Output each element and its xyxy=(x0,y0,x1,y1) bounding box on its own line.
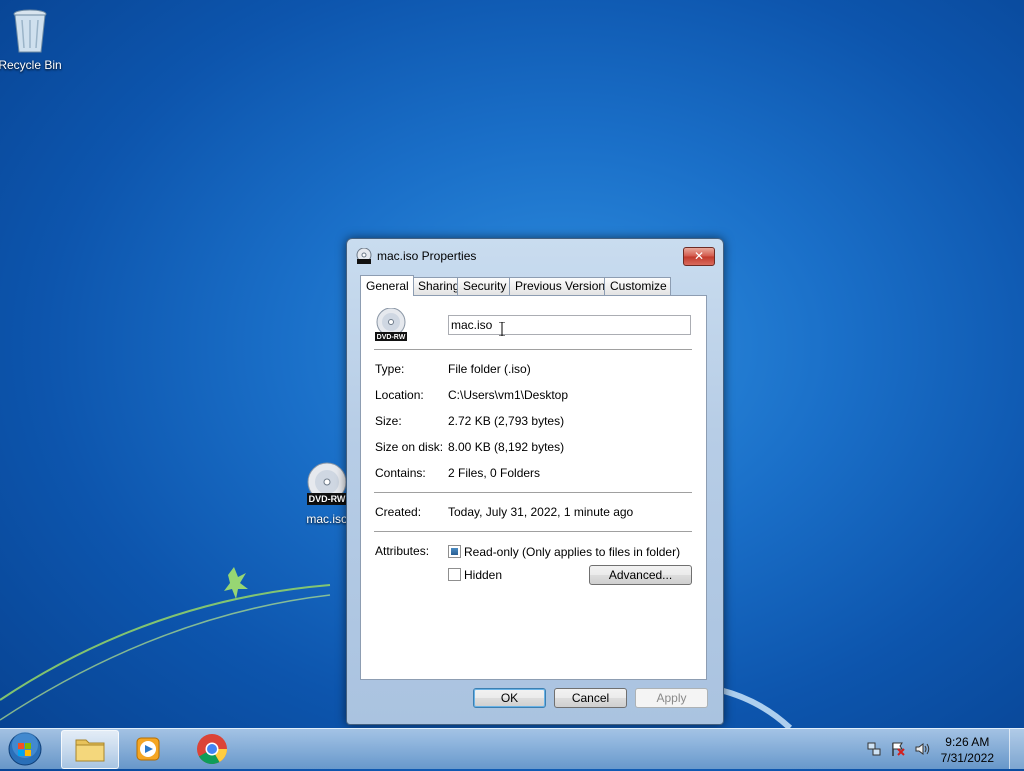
text-cursor-icon xyxy=(499,322,505,336)
dvd-disc-icon: DVD-RW xyxy=(307,462,347,505)
advanced-button[interactable]: Advanced... xyxy=(589,565,692,585)
general-tab-panel: DVD-RW Type: File folder (.iso) Location… xyxy=(360,295,707,680)
created-label: Created: xyxy=(375,505,422,519)
dvd-title-icon xyxy=(356,248,372,264)
type-value: File folder (.iso) xyxy=(448,362,531,376)
recycle-bin-desktop-icon[interactable]: Recycle Bin xyxy=(0,8,65,72)
tab-general[interactable]: General xyxy=(360,275,414,296)
contains-label: Contains: xyxy=(375,466,426,480)
taskbar-chrome-button[interactable] xyxy=(184,730,240,767)
svg-text:DVD-RW: DVD-RW xyxy=(309,494,346,504)
tab-previous-versions[interactable]: Previous Versions xyxy=(509,277,611,295)
media-player-icon xyxy=(136,737,160,761)
size-on-disk-label: Size on disk: xyxy=(375,440,444,454)
separator xyxy=(374,349,692,350)
close-button[interactable]: ✕ xyxy=(683,247,715,266)
taskbar-explorer-button[interactable] xyxy=(61,730,119,769)
ok-button[interactable]: OK xyxy=(473,688,546,708)
properties-dialog: mac.iso Properties ✕ General Sharing Sec… xyxy=(346,238,724,725)
hidden-label[interactable]: Hidden xyxy=(464,568,502,582)
recycle-bin-label: Recycle Bin xyxy=(0,58,62,72)
recycle-bin-icon xyxy=(13,9,47,53)
contains-value: 2 Files, 0 Folders xyxy=(448,466,541,480)
apply-button[interactable]: Apply xyxy=(635,688,708,708)
readonly-checkbox[interactable] xyxy=(448,545,461,558)
separator xyxy=(374,492,692,493)
tab-customize[interactable]: Customize xyxy=(604,277,671,295)
attributes-label: Attributes: xyxy=(375,544,430,558)
tab-security[interactable]: Security xyxy=(457,277,512,295)
dialog-title: mac.iso Properties xyxy=(377,249,477,263)
hidden-checkbox[interactable] xyxy=(448,568,461,581)
network-icon[interactable] xyxy=(866,741,882,757)
size-label: Size: xyxy=(375,414,402,428)
taskbar: 9:26 AM 7/31/2022 xyxy=(0,728,1024,769)
folder-icon xyxy=(75,739,105,762)
size-value: 2.72 KB (2,793 bytes) xyxy=(448,414,565,428)
close-icon: ✕ xyxy=(693,249,705,263)
type-label: Type: xyxy=(375,362,405,376)
clock-date: 7/31/2022 xyxy=(940,751,994,765)
taskbar-media-player-button[interactable] xyxy=(121,730,177,767)
svg-text:DVD-RW: DVD-RW xyxy=(377,334,406,341)
location-label: Location: xyxy=(375,388,424,402)
size-on-disk-value: 8.00 KB (8,192 bytes) xyxy=(448,440,565,454)
start-button[interactable] xyxy=(6,731,44,767)
created-value: Today, July 31, 2022, 1 minute ago xyxy=(448,505,634,519)
dvd-large-icon: DVD-RW xyxy=(375,308,407,341)
volume-icon[interactable] xyxy=(914,741,930,757)
separator xyxy=(374,531,692,532)
folder-name-input[interactable] xyxy=(448,315,691,335)
location-value: C:\Users\vm1\Desktop xyxy=(448,388,569,402)
show-desktop-button[interactable] xyxy=(1009,729,1024,769)
action-center-flag-icon[interactable] xyxy=(890,741,906,757)
cancel-button[interactable]: Cancel xyxy=(554,688,627,708)
clock-time: 9:26 AM xyxy=(945,735,990,749)
readonly-label[interactable]: Read-only (Only applies to files in fold… xyxy=(464,545,680,559)
dialog-titlebar[interactable]: mac.iso Properties ✕ xyxy=(347,239,723,269)
clock[interactable]: 9:26 AM 7/31/2022 xyxy=(941,734,994,766)
chrome-icon xyxy=(197,734,227,765)
